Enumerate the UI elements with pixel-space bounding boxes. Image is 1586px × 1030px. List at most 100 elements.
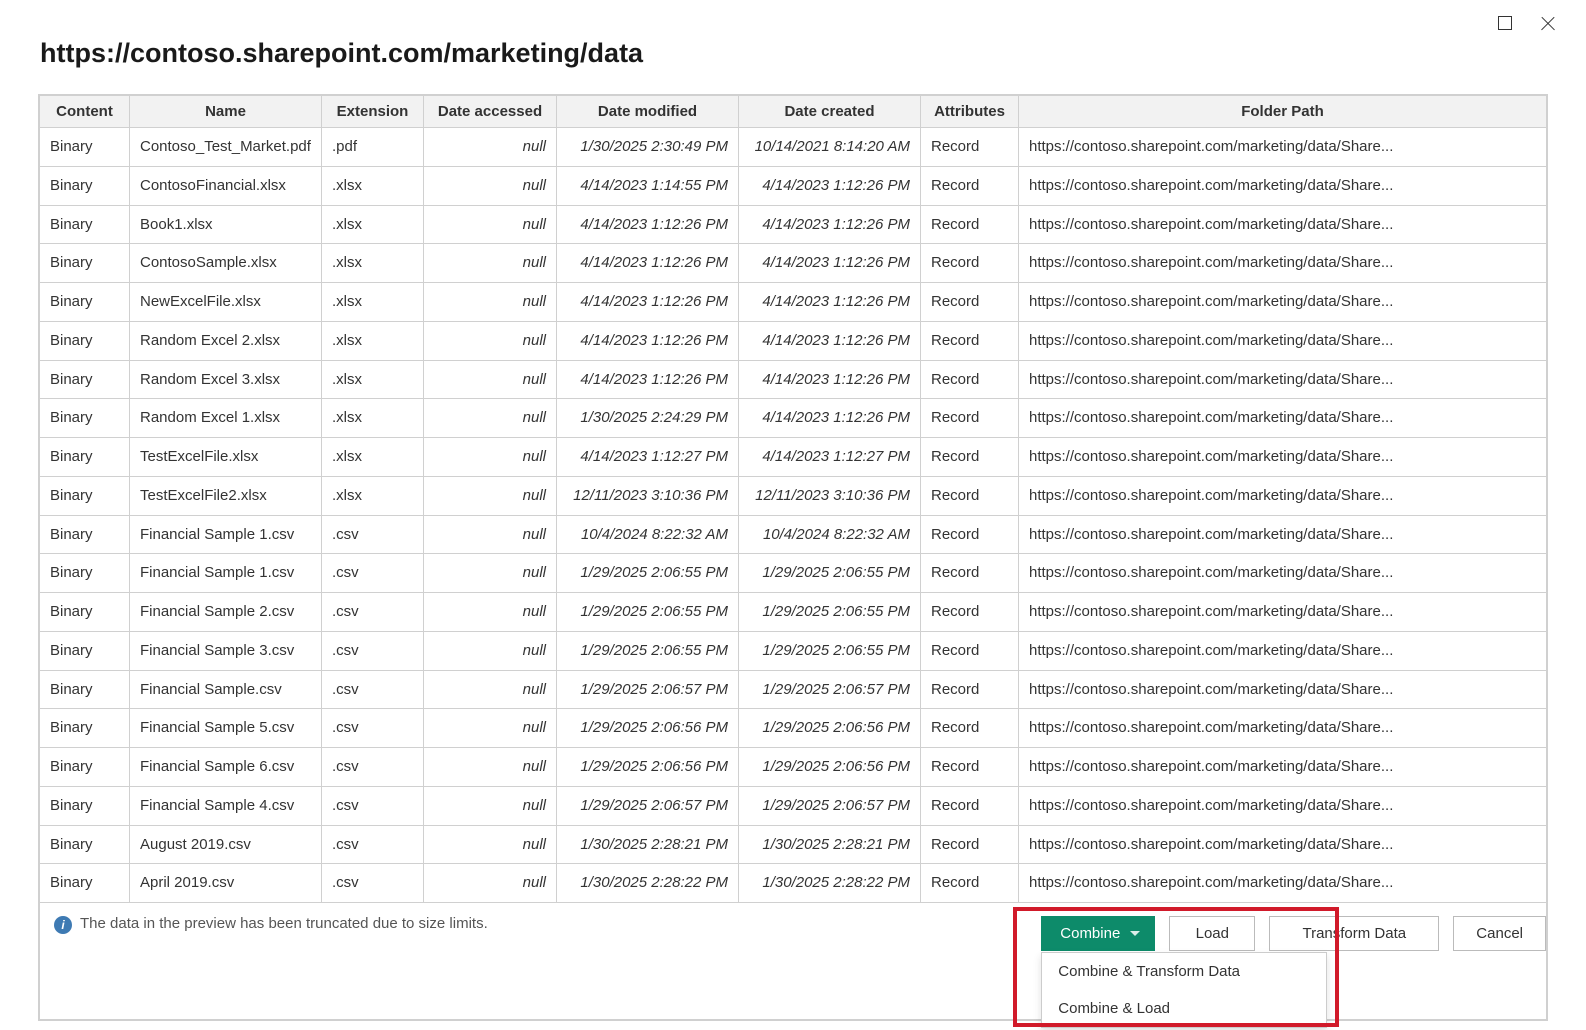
table-row[interactable]: BinaryApril 2019.csv.csvnull1/30/2025 2:… bbox=[40, 864, 1547, 903]
table-row[interactable]: BinaryContosoSample.xlsx.xlsxnull4/14/20… bbox=[40, 244, 1547, 283]
cell-created: 1/29/2025 2:06:57 PM bbox=[739, 786, 921, 825]
cell-created: 1/29/2025 2:06:56 PM bbox=[739, 748, 921, 787]
preview-panel: Content Name Extension Date accessed Dat… bbox=[38, 94, 1548, 1021]
col-content[interactable]: Content bbox=[40, 96, 130, 128]
cell-attributes: Record bbox=[921, 786, 1019, 825]
cell-extension: .xlsx bbox=[322, 283, 424, 322]
info-icon: i bbox=[54, 916, 72, 934]
cell-attributes: Record bbox=[921, 438, 1019, 477]
cell-created: 1/29/2025 2:06:55 PM bbox=[739, 631, 921, 670]
chevron-down-icon bbox=[1130, 931, 1140, 936]
cell-content: Binary bbox=[40, 748, 130, 787]
cell-modified: 1/30/2025 2:28:22 PM bbox=[557, 864, 739, 903]
cell-accessed: null bbox=[424, 283, 557, 322]
col-date-created[interactable]: Date created bbox=[739, 96, 921, 128]
cell-content: Binary bbox=[40, 283, 130, 322]
cell-extension: .csv bbox=[322, 554, 424, 593]
table-row[interactable]: BinaryFinancial Sample 1.csv.csvnull1/29… bbox=[40, 554, 1547, 593]
table-row[interactable]: BinaryContoso_Test_Market.pdf.pdfnull1/3… bbox=[40, 128, 1547, 167]
cell-created: 12/11/2023 3:10:36 PM bbox=[739, 476, 921, 515]
cell-created: 4/14/2023 1:12:26 PM bbox=[739, 166, 921, 205]
col-name[interactable]: Name bbox=[130, 96, 322, 128]
combine-load-item[interactable]: Combine & Load bbox=[1042, 990, 1326, 1027]
cancel-button[interactable]: Cancel bbox=[1453, 916, 1546, 951]
cell-extension: .xlsx bbox=[322, 438, 424, 477]
combine-button[interactable]: Combine bbox=[1041, 916, 1155, 951]
cell-modified: 1/29/2025 2:06:55 PM bbox=[557, 631, 739, 670]
cell-folder-path: https://contoso.sharepoint.com/marketing… bbox=[1019, 399, 1547, 438]
cell-folder-path: https://contoso.sharepoint.com/marketing… bbox=[1019, 128, 1547, 167]
cell-content: Binary bbox=[40, 399, 130, 438]
table-row[interactable]: BinaryContosoFinancial.xlsx.xlsxnull4/14… bbox=[40, 166, 1547, 205]
close-icon[interactable] bbox=[1540, 16, 1556, 32]
cell-extension: .xlsx bbox=[322, 244, 424, 283]
cell-name: Random Excel 1.xlsx bbox=[130, 399, 322, 438]
cell-name: Contoso_Test_Market.pdf bbox=[130, 128, 322, 167]
table-row[interactable]: BinaryBook1.xlsx.xlsxnull4/14/2023 1:12:… bbox=[40, 205, 1547, 244]
table-row[interactable]: BinaryTestExcelFile.xlsx.xlsxnull4/14/20… bbox=[40, 438, 1547, 477]
table-row[interactable]: BinaryFinancial Sample 1.csv.csvnull10/4… bbox=[40, 515, 1547, 554]
cell-folder-path: https://contoso.sharepoint.com/marketing… bbox=[1019, 709, 1547, 748]
cell-folder-path: https://contoso.sharepoint.com/marketing… bbox=[1019, 864, 1547, 903]
col-date-modified[interactable]: Date modified bbox=[557, 96, 739, 128]
table-row[interactable]: BinaryRandom Excel 2.xlsx.xlsxnull4/14/2… bbox=[40, 321, 1547, 360]
page-title: https://contoso.sharepoint.com/marketing… bbox=[40, 38, 643, 69]
col-attributes[interactable]: Attributes bbox=[921, 96, 1019, 128]
cell-created: 4/14/2023 1:12:26 PM bbox=[739, 321, 921, 360]
combine-transform-item[interactable]: Combine & Transform Data bbox=[1042, 953, 1326, 990]
cell-extension: .csv bbox=[322, 709, 424, 748]
cell-created: 4/14/2023 1:12:27 PM bbox=[739, 438, 921, 477]
cell-content: Binary bbox=[40, 360, 130, 399]
cell-accessed: null bbox=[424, 321, 557, 360]
cell-accessed: null bbox=[424, 205, 557, 244]
cell-content: Binary bbox=[40, 593, 130, 632]
table-row[interactable]: BinaryTestExcelFile2.xlsx.xlsxnull12/11/… bbox=[40, 476, 1547, 515]
table-row[interactable]: BinaryNewExcelFile.xlsx.xlsxnull4/14/202… bbox=[40, 283, 1547, 322]
maximize-icon[interactable] bbox=[1498, 16, 1512, 30]
table-row[interactable]: BinaryAugust 2019.csv.csvnull1/30/2025 2… bbox=[40, 825, 1547, 864]
cell-folder-path: https://contoso.sharepoint.com/marketing… bbox=[1019, 670, 1547, 709]
cell-accessed: null bbox=[424, 399, 557, 438]
cell-accessed: null bbox=[424, 128, 557, 167]
cell-accessed: null bbox=[424, 709, 557, 748]
cell-folder-path: https://contoso.sharepoint.com/marketing… bbox=[1019, 476, 1547, 515]
col-date-accessed[interactable]: Date accessed bbox=[424, 96, 557, 128]
cell-accessed: null bbox=[424, 631, 557, 670]
cell-content: Binary bbox=[40, 709, 130, 748]
cell-content: Binary bbox=[40, 864, 130, 903]
cell-created: 4/14/2023 1:12:26 PM bbox=[739, 244, 921, 283]
cell-attributes: Record bbox=[921, 748, 1019, 787]
cell-content: Binary bbox=[40, 166, 130, 205]
cell-attributes: Record bbox=[921, 670, 1019, 709]
col-folder-path[interactable]: Folder Path bbox=[1019, 96, 1547, 128]
cell-content: Binary bbox=[40, 631, 130, 670]
cell-content: Binary bbox=[40, 205, 130, 244]
table-row[interactable]: BinaryRandom Excel 3.xlsx.xlsxnull4/14/2… bbox=[40, 360, 1547, 399]
cell-modified: 4/14/2023 1:14:55 PM bbox=[557, 166, 739, 205]
window-controls bbox=[1498, 16, 1556, 32]
table-row[interactable]: BinaryFinancial Sample 6.csv.csvnull1/29… bbox=[40, 748, 1547, 787]
cell-name: Financial Sample 3.csv bbox=[130, 631, 322, 670]
table-row[interactable]: BinaryFinancial Sample 3.csv.csvnull1/29… bbox=[40, 631, 1547, 670]
cell-folder-path: https://contoso.sharepoint.com/marketing… bbox=[1019, 360, 1547, 399]
table-row[interactable]: BinaryFinancial Sample 2.csv.csvnull1/29… bbox=[40, 593, 1547, 632]
cell-accessed: null bbox=[424, 825, 557, 864]
cell-content: Binary bbox=[40, 554, 130, 593]
cell-attributes: Record bbox=[921, 321, 1019, 360]
cell-folder-path: https://contoso.sharepoint.com/marketing… bbox=[1019, 515, 1547, 554]
cell-attributes: Record bbox=[921, 128, 1019, 167]
cell-content: Binary bbox=[40, 825, 130, 864]
col-extension[interactable]: Extension bbox=[322, 96, 424, 128]
load-button[interactable]: Load bbox=[1169, 916, 1255, 951]
table-row[interactable]: BinaryFinancial Sample 5.csv.csvnull1/29… bbox=[40, 709, 1547, 748]
table-row[interactable]: BinaryFinancial Sample 4.csv.csvnull1/29… bbox=[40, 786, 1547, 825]
cell-created: 10/14/2021 8:14:20 AM bbox=[739, 128, 921, 167]
cell-name: ContosoSample.xlsx bbox=[130, 244, 322, 283]
combine-dropdown-menu: Combine & Transform Data Combine & Load bbox=[1041, 952, 1327, 1028]
table-row[interactable]: BinaryRandom Excel 1.xlsx.xlsxnull1/30/2… bbox=[40, 399, 1547, 438]
table-row[interactable]: BinaryFinancial Sample.csv.csvnull1/29/2… bbox=[40, 670, 1547, 709]
cell-name: NewExcelFile.xlsx bbox=[130, 283, 322, 322]
transform-data-button[interactable]: Transform Data bbox=[1269, 916, 1439, 951]
cell-name: Financial Sample 4.csv bbox=[130, 786, 322, 825]
cell-modified: 12/11/2023 3:10:36 PM bbox=[557, 476, 739, 515]
